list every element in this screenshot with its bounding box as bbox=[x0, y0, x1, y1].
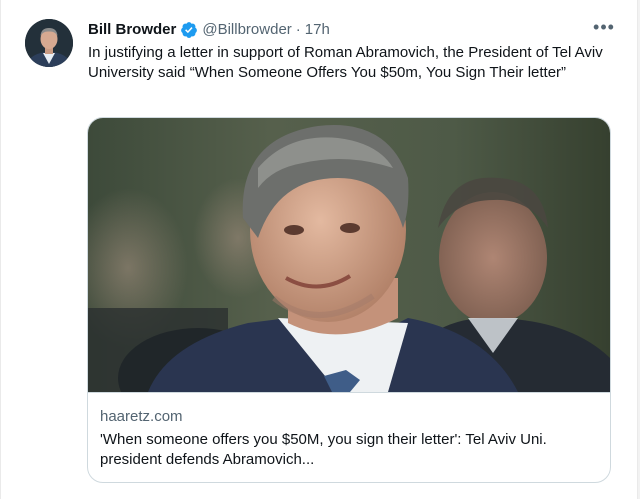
link-card-domain: haaretz.com bbox=[100, 408, 183, 425]
tweet-article[interactable]: Bill Browder @Billbrowder · 17h ••• In j… bbox=[0, 0, 638, 499]
tweet-text: In justifying a letter in support of Rom… bbox=[88, 44, 603, 81]
verified-badge-icon bbox=[180, 21, 198, 39]
link-card-footer[interactable]: haaretz.com 'When someone offers you $50… bbox=[88, 392, 610, 482]
avatar-photo bbox=[25, 19, 73, 67]
author-name[interactable]: Bill Browder bbox=[88, 20, 176, 40]
author-handle[interactable]: @Billbrowder bbox=[202, 20, 291, 40]
tweet-header: Bill Browder @Billbrowder · 17h ••• bbox=[88, 18, 617, 41]
link-card-image[interactable] bbox=[88, 118, 610, 392]
avatar[interactable] bbox=[25, 19, 73, 67]
link-card-title: 'When someone offers you $50M, you sign … bbox=[100, 431, 547, 468]
link-card[interactable]: haaretz.com 'When someone offers you $50… bbox=[87, 117, 611, 483]
more-options-icon[interactable]: ••• bbox=[591, 18, 617, 40]
timestamp[interactable]: 17h bbox=[305, 20, 330, 40]
header-separator: · bbox=[295, 21, 301, 38]
